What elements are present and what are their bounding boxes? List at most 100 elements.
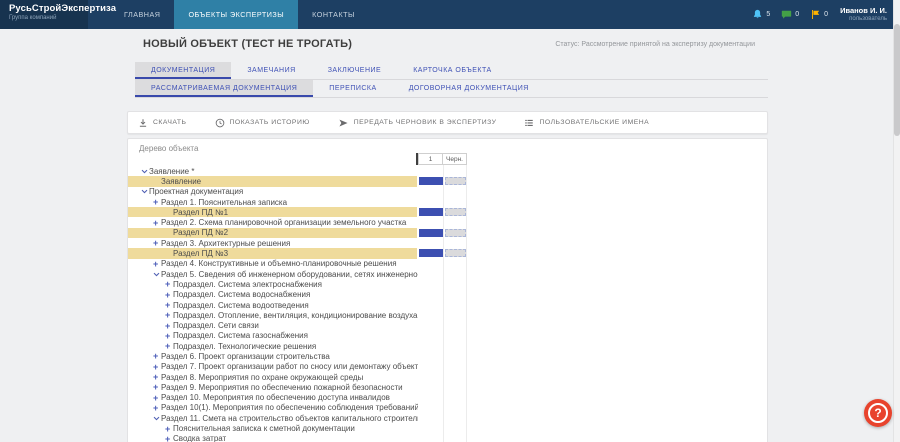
tree-row[interactable]: +Раздел 2. Схема планировочной организац…: [128, 217, 767, 227]
plus-icon[interactable]: +: [153, 373, 161, 381]
plus-icon[interactable]: +: [165, 311, 173, 319]
list-icon: [524, 118, 534, 128]
tree-row-label: +Раздел 10(1). Мероприятия по обеспечени…: [128, 403, 418, 413]
nav-item[interactable]: ГЛАВНАЯ: [110, 0, 174, 29]
передать-черновик-в-экспертизу-button[interactable]: ПЕРЕДАТЬ ЧЕРНОВИК В ЭКСПЕРТИЗУ: [338, 118, 497, 128]
tree-node-text: Раздел 2. Схема планировочной организаци…: [161, 218, 406, 227]
tree-row-label: Раздел ПД №1: [128, 207, 418, 217]
tree-row-label: Проектная документация: [128, 187, 418, 197]
chevron-down-icon[interactable]: [141, 189, 149, 194]
plus-icon[interactable]: +: [153, 239, 161, 247]
tree-row[interactable]: +Раздел 4. Конструктивные и объемно-план…: [128, 259, 767, 269]
toolbar: СКАЧАТЬ ПОКАЗАТЬ ИСТОРИЮ ПЕРЕДАТЬ ЧЕРНОВИК…: [127, 111, 768, 134]
help-button[interactable]: ?: [864, 399, 892, 427]
user-menu[interactable]: Иванов И. И. пользователь: [840, 6, 887, 23]
plus-icon[interactable]: +: [165, 342, 173, 350]
version-bar-draft[interactable]: [445, 229, 466, 237]
version-bar-primary[interactable]: [419, 177, 443, 185]
plus-icon[interactable]: +: [165, 435, 173, 442]
vertical-scrollbar[interactable]: [893, 0, 900, 442]
plus-icon[interactable]: +: [165, 291, 173, 299]
plus-icon[interactable]: +: [153, 394, 161, 402]
tree-row[interactable]: +Подраздел. Система водоснабжения: [128, 290, 767, 300]
chevron-down-icon[interactable]: [153, 416, 161, 421]
plus-icon[interactable]: +: [153, 404, 161, 412]
plus-icon[interactable]: +: [165, 332, 173, 340]
version-bar-primary[interactable]: [419, 249, 443, 257]
version-bar-draft[interactable]: [445, 249, 466, 257]
tree-row[interactable]: +Подраздел. Система водоотведения: [128, 300, 767, 310]
tree-row-label: +Раздел 3. Архитектурные решения: [128, 238, 418, 248]
tree-row[interactable]: Заявление: [128, 176, 767, 186]
tree-row[interactable]: +Раздел 9. Мероприятия по обеспечению по…: [128, 382, 767, 392]
app-logo[interactable]: РусьСтройЭкспертиза Группа компаний: [0, 0, 88, 29]
flag-icon: [810, 9, 821, 20]
показать-историю-button[interactable]: ПОКАЗАТЬ ИСТОРИЮ: [215, 118, 310, 128]
version-bar-draft[interactable]: [445, 177, 466, 185]
plus-icon[interactable]: +: [153, 198, 161, 206]
tree-row[interactable]: +Раздел 1. Пояснительная записка: [128, 197, 767, 207]
version-bar-primary[interactable]: [419, 229, 443, 237]
plus-icon[interactable]: +: [153, 363, 161, 371]
tree-row[interactable]: +Подраздел. Технологические решения: [128, 341, 767, 351]
plus-icon[interactable]: +: [165, 322, 173, 330]
plus-icon[interactable]: +: [153, 352, 161, 360]
tree-row-label: +Подраздел. Система газоснабжения: [128, 331, 418, 341]
tree-row-label: +Раздел 8. Мероприятия по охране окружаю…: [128, 372, 418, 382]
bell-notification[interactable]: 5: [752, 9, 770, 20]
version-bar-draft[interactable]: [445, 208, 466, 216]
tree-row[interactable]: +Подраздел. Сети связи: [128, 320, 767, 330]
tab-договорная-документация[interactable]: ДОГОВОРНАЯ ДОКУМЕНТАЦИЯ: [393, 80, 545, 97]
chevron-down-icon[interactable]: [141, 169, 149, 174]
tab-документация[interactable]: ДОКУМЕНТАЦИЯ: [135, 62, 231, 79]
tree-node-text: Раздел 3. Архитектурные решения: [161, 239, 290, 248]
tree-row[interactable]: Раздел ПД №1: [128, 207, 767, 217]
tab-рассматриваемая-документация[interactable]: РАССМАТРИВАЕМАЯ ДОКУМЕНТАЦИЯ: [135, 80, 313, 97]
tab-заключение[interactable]: ЗАКЛЮЧЕНИЕ: [312, 62, 398, 79]
tree-row[interactable]: +Раздел 8. Мероприятия по охране окружаю…: [128, 372, 767, 382]
tree-node-text: Раздел ПД №1: [173, 208, 228, 217]
nav-item[interactable]: ОБЪЕКТЫ ЭКСПЕРТИЗЫ: [174, 0, 298, 29]
tree-row[interactable]: +Подраздел. Система газоснабжения: [128, 331, 767, 341]
tree-row[interactable]: Раздел 11. Смета на строительство объект…: [128, 413, 767, 423]
пользовательские-имена-button[interactable]: ПОЛЬЗОВАТЕЛЬСКИЕ ИМЕНА: [524, 118, 649, 128]
scrollbar-thumb[interactable]: [894, 24, 900, 136]
tree-row[interactable]: Раздел 5. Сведения об инженерном оборудо…: [128, 269, 767, 279]
plus-icon[interactable]: +: [153, 383, 161, 391]
tree-row[interactable]: +Раздел 10(1). Мероприятия по обеспечени…: [128, 403, 767, 413]
скачать-button[interactable]: СКАЧАТЬ: [138, 118, 187, 128]
tree-row[interactable]: Проектная документация: [128, 187, 767, 197]
tree-row[interactable]: +Сводка затрат: [128, 434, 767, 442]
tab-переписка[interactable]: ПЕРЕПИСКА: [313, 80, 392, 97]
tree-row[interactable]: Раздел ПД №2: [128, 228, 767, 238]
flag-notification[interactable]: 0: [810, 9, 828, 20]
tree-row[interactable]: +Раздел 10. Мероприятия по обеспечению д…: [128, 393, 767, 403]
tab-замечания[interactable]: ЗАМЕЧАНИЯ: [231, 62, 311, 79]
tree-node-text: Раздел 6. Проект организации строительст…: [161, 352, 330, 361]
nav-item[interactable]: КОНТАКТЫ: [298, 0, 369, 29]
tree-row[interactable]: +Раздел 6. Проект организации строительс…: [128, 351, 767, 361]
tree-row[interactable]: +Подраздел. Отопление, вентиляция, конди…: [128, 310, 767, 320]
tree-row[interactable]: +Раздел 7. Проект организации работ по с…: [128, 362, 767, 372]
tree-node-text: Заявление: [161, 177, 201, 186]
tabs-primary: ДОКУМЕНТАЦИЯЗАМЕЧАНИЯЗАКЛЮЧЕНИЕКАРТОЧКА …: [135, 62, 768, 80]
tree-row[interactable]: Заявление *: [128, 166, 767, 176]
tree-row[interactable]: +Подраздел. Система электроснабжения: [128, 279, 767, 289]
version-bar-primary[interactable]: [419, 208, 443, 216]
tree-row[interactable]: Раздел ПД №3: [128, 248, 767, 258]
plus-icon[interactable]: +: [165, 425, 173, 433]
chevron-down-icon[interactable]: [153, 272, 161, 277]
plus-icon[interactable]: +: [153, 260, 161, 268]
tree-row[interactable]: +Раздел 3. Архитектурные решения: [128, 238, 767, 248]
tree-row-label: +Раздел 4. Конструктивные и объемно-план…: [128, 259, 418, 269]
tab-карточка-объекта[interactable]: КАРТОЧКА ОБЪЕКТА: [397, 62, 508, 79]
tree-row-label: Раздел 11. Смета на строительство объект…: [128, 413, 418, 423]
tree-node-text: Раздел 5. Сведения об инженерном оборудо…: [161, 270, 418, 279]
tree-node-text: Сводка затрат: [173, 434, 226, 442]
plus-icon[interactable]: +: [165, 280, 173, 288]
plus-icon[interactable]: +: [165, 301, 173, 309]
plus-icon[interactable]: +: [153, 219, 161, 227]
tree-row[interactable]: +Пояснительная записка к сметной докумен…: [128, 423, 767, 433]
chat-notification[interactable]: 0: [781, 9, 799, 20]
tree-node-text: Подраздел. Система электроснабжения: [173, 280, 322, 289]
